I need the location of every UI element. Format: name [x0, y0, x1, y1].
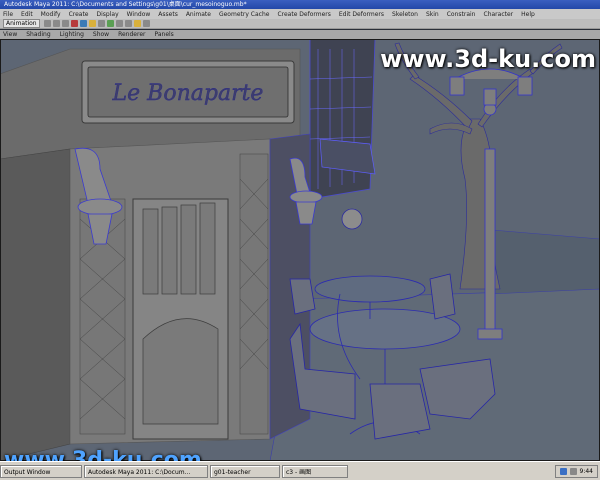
task-paint[interactable]: c3 - 画图	[282, 464, 348, 478]
panel-menu-shading[interactable]: Shading	[26, 31, 50, 38]
snap-grid-icon[interactable]	[106, 20, 114, 27]
open-scene-icon[interactable]	[52, 20, 60, 27]
menu-animate[interactable]: Animate	[186, 11, 211, 18]
panel-menu-panels[interactable]: Panels	[154, 31, 173, 38]
menu-create-deformers[interactable]: Create Deformers	[277, 11, 330, 18]
menu-edit[interactable]: Edit	[21, 11, 33, 18]
clock: 9:44	[579, 467, 593, 475]
panel-menu-lighting[interactable]: Lighting	[60, 31, 84, 38]
taskbar: Output Window Autodesk Maya 2011: C:\Doc…	[0, 461, 600, 480]
mode-select[interactable]: Animation	[3, 19, 40, 28]
menu-skeleton[interactable]: Skeleton	[392, 11, 418, 18]
mask-icon[interactable]	[97, 20, 105, 27]
task-output-window[interactable]: Output Window	[0, 464, 82, 478]
status-line: Animation	[0, 19, 600, 29]
menu-skin[interactable]: Skin	[426, 11, 439, 18]
save-scene-icon[interactable]	[61, 20, 69, 27]
menu-edit-deformers[interactable]: Edit Deformers	[339, 11, 384, 18]
menu-constrain[interactable]: Constrain	[447, 11, 476, 18]
menu-character[interactable]: Character	[484, 11, 514, 18]
ipr-render-icon[interactable]	[142, 20, 150, 27]
system-tray: 9:44	[554, 464, 598, 478]
cafe-sign-text: Le Bonaparte	[112, 81, 264, 106]
task-maya[interactable]: Autodesk Maya 2011: C:\Docum...	[84, 464, 208, 478]
network-icon[interactable]	[559, 467, 567, 475]
menu-help[interactable]: Help	[521, 11, 535, 18]
menu-file[interactable]: File	[3, 11, 13, 18]
3d-viewport[interactable]: Le Bonaparte www.3d-ku.com	[0, 39, 600, 461]
snap-point-icon[interactable]	[124, 20, 132, 27]
menu-assets[interactable]: Assets	[158, 11, 178, 18]
menu-display[interactable]: Display	[97, 11, 119, 18]
select-component-icon[interactable]	[88, 20, 96, 27]
menu-create[interactable]: Create	[69, 11, 89, 18]
task-g01-teacher[interactable]: g01-teacher	[210, 464, 280, 478]
menu-modify[interactable]: Modify	[41, 11, 61, 18]
panel-menu-show[interactable]: Show	[93, 31, 109, 38]
select-hierarchy-icon[interactable]	[70, 20, 78, 27]
snap-curve-icon[interactable]	[115, 20, 123, 27]
menu-geometry-cache[interactable]: Geometry Cache	[219, 11, 269, 18]
render-icon[interactable]	[133, 20, 141, 27]
panel-menu-bar: View Shading Lighting Show Renderer Pane…	[0, 30, 600, 39]
menu-window[interactable]: Window	[127, 11, 151, 18]
main-menu-bar: File Edit Modify Create Display Window A…	[0, 9, 600, 19]
panel-menu-renderer[interactable]: Renderer	[118, 31, 145, 38]
wireframe-scene: Le Bonaparte	[0, 39, 600, 461]
volume-icon[interactable]	[569, 467, 577, 475]
panel-menu-view[interactable]: View	[3, 31, 17, 38]
watermark-top: www.3d-ku.com	[380, 45, 596, 73]
new-scene-icon[interactable]	[43, 20, 51, 27]
window-title: Autodesk Maya 2011: C:\Documents and Set…	[0, 0, 600, 9]
select-object-icon[interactable]	[79, 20, 87, 27]
